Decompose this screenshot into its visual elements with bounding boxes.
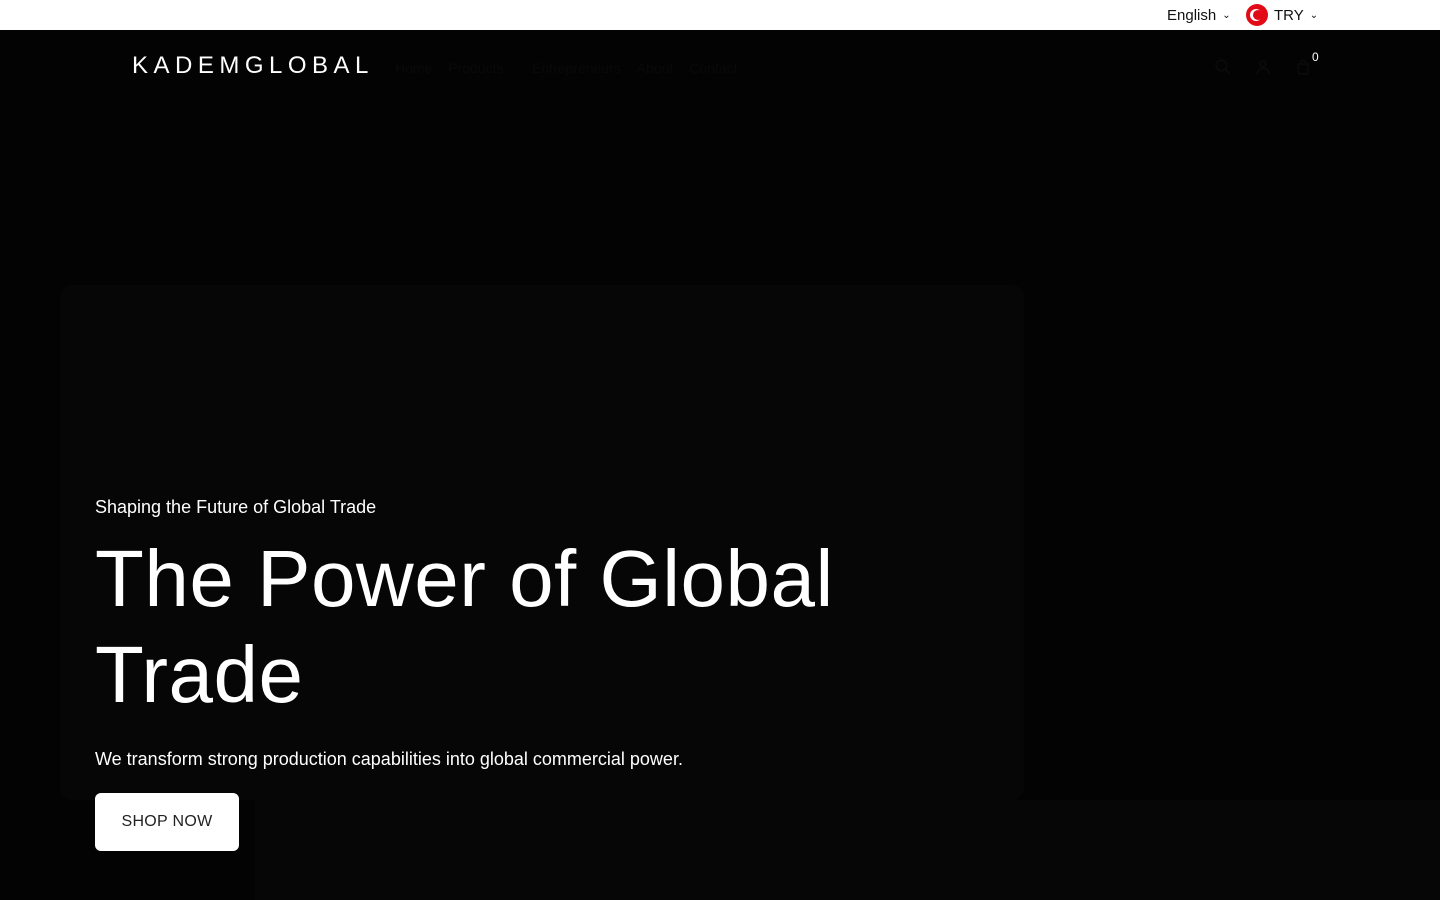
hero-kicker: Shaping the Future of Global Trade <box>95 497 377 517</box>
nav-about[interactable]: About <box>637 60 674 76</box>
language-selector[interactable]: English ⌄ <box>1167 0 1231 30</box>
nav-products-label: Products <box>448 60 504 76</box>
hero-title: The Power of Global Trade <box>95 534 834 719</box>
nav-entrepreneurs[interactable]: Entrepreneurs <box>532 60 621 76</box>
turkey-flag-icon <box>1246 4 1268 26</box>
chevron-down-icon: ⌄ <box>1309 10 1319 21</box>
nav-home[interactable]: Home <box>395 60 432 76</box>
cart-icon[interactable] <box>1294 58 1312 76</box>
chevron-down-icon: ⌄ <box>507 63 516 74</box>
site-header: KADEMGLOBAL Home Products ⌄ Entrepreneur… <box>0 30 1440 110</box>
nav-contact[interactable]: Contact <box>689 60 737 76</box>
site-logo[interactable]: KADEMGLOBAL <box>132 52 374 80</box>
cart-count-badge: 0 <box>1312 50 1319 64</box>
main-nav: Home Products ⌄ Entrepreneurs About Cont… <box>395 60 738 76</box>
top-utility-bar: English ⌄ TRY ⌄ <box>0 0 1440 30</box>
hero-content: Shaping the Future of Global Trade The P… <box>95 495 955 851</box>
nav-products[interactable]: Products ⌄ <box>448 60 516 76</box>
shop-now-button[interactable]: SHOP NOW <box>95 793 239 851</box>
language-label: English <box>1167 6 1217 24</box>
currency-selector[interactable]: TRY ⌄ <box>1246 0 1318 30</box>
currency-label: TRY <box>1274 6 1304 24</box>
hero-description: We transform strong production capabilit… <box>95 749 683 769</box>
chevron-down-icon: ⌄ <box>1222 10 1231 21</box>
header-actions <box>1214 58 1312 76</box>
account-icon[interactable] <box>1254 58 1272 76</box>
search-icon[interactable] <box>1214 58 1232 76</box>
